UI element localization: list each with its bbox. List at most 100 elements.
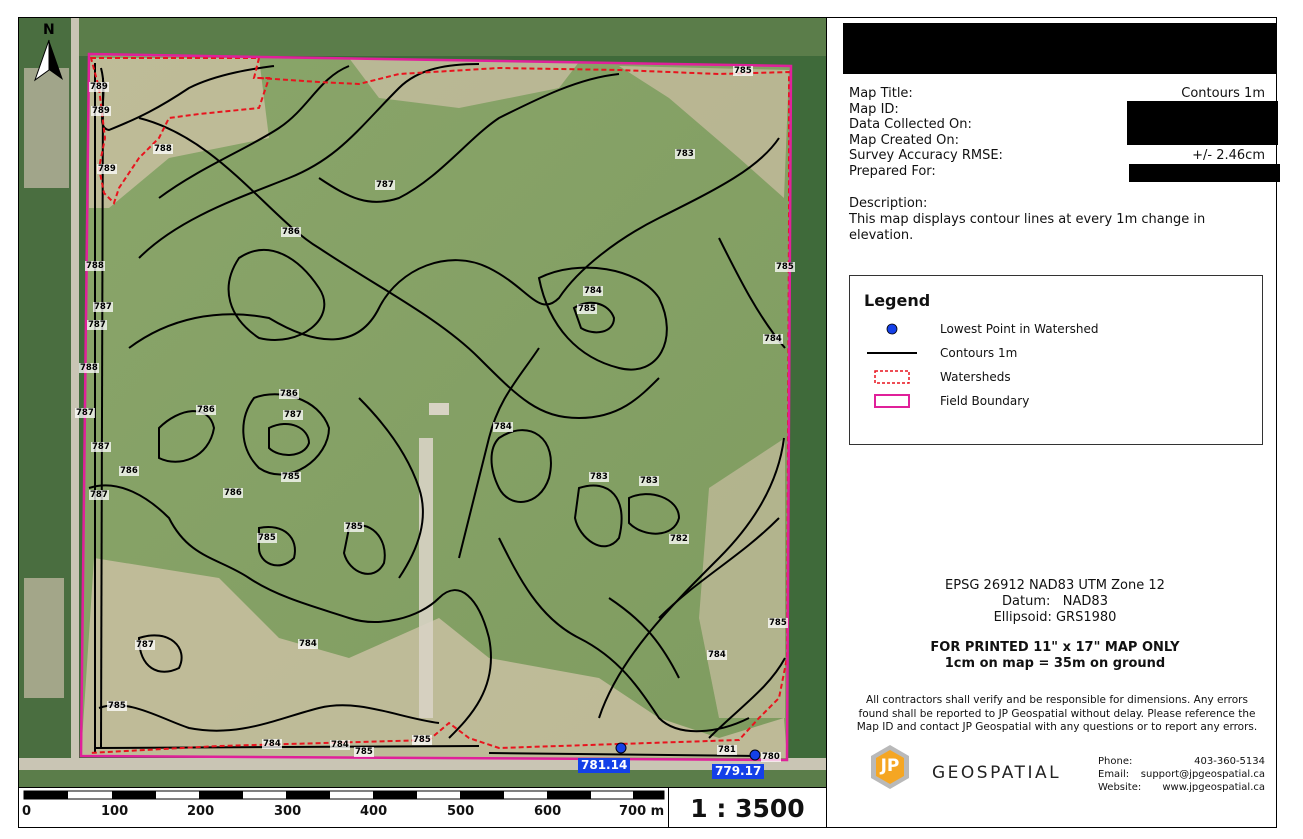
info-label: Map ID: [849,101,899,117]
contact-row: Phone: 403-360-5134 [1098,755,1265,768]
legend-item: Contours 1m [864,344,1017,362]
contour-label: 783 [639,476,659,486]
contour-label: 787 [91,442,111,452]
lowest-point-marker[interactable] [749,749,761,761]
info-label: Map Created On: [849,132,959,148]
legend-item: Watersheds [864,368,1011,386]
north-label: N [43,22,55,38]
contour-label: 786 [281,227,301,237]
email-label: Email: [1098,769,1130,780]
map-canvas [19,18,826,787]
datum-label: Datum: [1002,594,1051,609]
legend-label: Contours 1m [940,346,1018,360]
contour-label: 786 [119,466,139,476]
contour-label: 784 [707,650,727,660]
contour-label: 780 [761,752,781,762]
scale-bar: 0 100 200 300 400 500 600 700 m [19,788,668,828]
legend-label: Watersheds [940,370,1011,384]
contour-label: 787 [283,410,303,420]
blue-dot-icon [864,323,920,335]
scale-ratio: 1 : 3500 [668,788,826,828]
scale-tick-label: 100 [101,804,129,819]
phone-label: Phone: [1098,756,1133,767]
contour-label: 783 [675,149,695,159]
legend-label: Field Boundary [940,394,1030,408]
redacted-prepared-for [1129,164,1280,182]
scale-tick-label: 600 [534,804,562,819]
contact-row: Website: www.jpgeospatial.ca [1098,781,1265,794]
contour-label: 782 [669,534,689,544]
contour-label: 785 [354,747,374,757]
contact-row: Email: support@jpgeospatial.ca [1098,768,1265,781]
info-label: Prepared For: [849,163,936,179]
contour-label: 784 [493,422,513,432]
contour-label: 788 [153,144,173,154]
scale-tick-label: 500 [447,804,475,819]
lowest-point-label: 781.14 [578,758,631,773]
info-label: Survey Accuracy RMSE: [849,148,1003,163]
info-label: Data Collected On: [849,117,972,132]
ellipsoid-value: GRS1980 [1055,610,1117,625]
contour-label: 784 [262,739,282,749]
scale-tick-label: 200 [187,804,215,819]
contour-label: 787 [89,490,109,500]
disclaimer-text: All contractors shall verify and be resp… [856,694,1258,733]
contour-label: 788 [79,363,99,373]
datum-value: NAD83 [1062,594,1108,609]
contour-label: 788 [85,261,105,271]
contour-label: 784 [298,639,318,649]
contour-label: 789 [89,82,109,92]
logo-text: JP [880,756,900,776]
contour-label: 785 [344,522,364,532]
west-road [71,18,79,787]
magenta-box-icon [864,394,920,408]
description: Description: This map displays contour l… [849,196,1249,244]
info-value: Contours 1m [1181,86,1265,101]
print-note: FOR PRINTED 11" x 17" MAP ONLY 1cm on ma… [850,640,1260,672]
contour-label: 787 [87,320,107,330]
ellipsoid-line: Ellipsoid: GRS1980 [850,610,1260,626]
contour-label: 787 [93,302,113,312]
info-label: Map Title: [849,86,913,101]
lowest-point-marker[interactable] [615,742,627,754]
brand-name: GEOSPATIAL [932,763,1062,783]
scale-tick-label: 300 [274,804,302,819]
description-text: This map displays contour lines at every… [849,212,1206,243]
contour-label: 784 [763,334,783,344]
legend-title: Legend [864,291,931,310]
legend-item: Lowest Point in Watershed [864,320,1098,338]
red-dashed-box-icon [864,370,920,384]
redacted-title-block [843,23,1276,74]
legend-box: Legend Lowest Point in Watershed Contour… [849,275,1263,445]
ellipsoid-label: Ellipsoid: [993,610,1052,625]
contour-label: 785 [107,701,127,711]
black-line-icon [864,350,920,356]
phone-value[interactable]: 403-360-5134 [1194,755,1265,768]
contour-label: 786 [196,405,216,415]
contour-label: 784 [583,286,603,296]
contour-label: 787 [375,180,395,190]
info-value: +/- 2.46cm [1192,148,1265,163]
contour-label: 789 [91,106,111,116]
info-row: Map Title: Contours 1m [849,86,1265,102]
description-label: Description: [849,196,928,211]
contour-label: 789 [97,164,117,174]
website-value[interactable]: www.jpgeospatial.ca [1162,781,1265,794]
contour-label: 785 [733,66,753,76]
contour-label: 785 [257,533,277,543]
datum-line: Datum: NAD83 [850,594,1260,610]
contour-label: 783 [589,472,609,482]
legend-label: Lowest Point in Watershed [940,322,1099,336]
contour-label: 786 [223,488,243,498]
map-view[interactable]: N 789 789 788 789 787 786 788 787 787 78… [19,18,826,787]
scale-tick-label: 400 [360,804,388,819]
north-field [79,18,826,56]
print-note-line1: FOR PRINTED 11" x 17" MAP ONLY [930,640,1180,655]
projection-info: EPSG 26912 NAD83 UTM Zone 12 Datum: NAD8… [850,578,1260,626]
email-value[interactable]: support@jpgeospatial.ca [1141,768,1265,781]
contour-label: 785 [577,304,597,314]
jp-logo-icon: JP [870,744,910,790]
website-label: Website: [1098,782,1142,793]
scale-tick-label: 0 [22,804,32,819]
contour-label: 787 [135,640,155,650]
